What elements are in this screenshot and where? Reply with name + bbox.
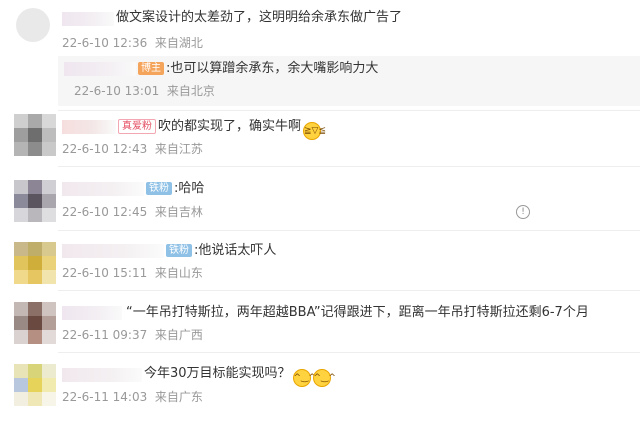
avatar[interactable] (16, 8, 50, 42)
reply-date: 22-6-10 13:01 来自北京 (74, 84, 215, 98)
comment-text: 真爱粉 吹的都实现了，确实牛啊 ≧▽≦ (118, 119, 326, 140)
blogger-badge: 博主 (138, 62, 164, 75)
divider (58, 230, 640, 231)
comment-date: 22-6-10 12:45 来自吉林 (62, 205, 203, 219)
avatar[interactable] (14, 364, 56, 406)
divider (58, 166, 640, 167)
comment-text: 今年30万目标能实现吗？ ^‿^^‿^ (144, 366, 336, 387)
avatar[interactable] (14, 180, 56, 222)
smile-emoji: ^‿^ (312, 369, 336, 387)
comment-text: “一年吊打特斯拉，两年超越BBA”记得跟进下，距离一年吊打特斯拉还剩6-7个月 (126, 305, 589, 320)
username[interactable] (62, 182, 144, 196)
iron-fan-badge: 铁粉 (166, 244, 192, 257)
comment-date: 22-6-10 12:36 来自湖北 (62, 36, 203, 50)
more-options-icon[interactable]: ! (516, 205, 530, 219)
smile-emoji: ^‿^ (292, 369, 316, 387)
username[interactable] (62, 306, 122, 320)
comment-text: 做文案设计的太差劲了，这明明给余承东做广告了 (116, 10, 403, 25)
avatar[interactable] (14, 242, 56, 284)
iron-fan-badge: 铁粉 (146, 182, 172, 195)
comment-text: 铁粉:他说话太吓人 (166, 243, 276, 259)
divider (58, 352, 640, 353)
reply-username[interactable] (64, 62, 136, 76)
avatar[interactable] (14, 302, 56, 344)
laugh-emoji: ≧▽≦ (303, 122, 326, 140)
username[interactable] (62, 120, 116, 134)
comment-date: 22-6-10 15:11 来自山东 (62, 266, 203, 280)
comment-text: 铁粉:哈哈 (146, 181, 204, 197)
comment-date: 22-6-10 12:43 来自江苏 (62, 142, 203, 156)
username[interactable] (62, 244, 164, 258)
divider (58, 290, 640, 291)
username[interactable] (62, 368, 142, 382)
comment-date: 22-6-11 09:37 来自广西 (62, 328, 203, 342)
fan-badge: 真爱粉 (118, 119, 156, 134)
reply-text: 博主:也可以算蹭余承东，余大嘴影响力大 (138, 61, 378, 77)
avatar[interactable] (14, 114, 56, 156)
divider (58, 110, 640, 111)
comment-date: 22-6-11 14:03 来自广东 (62, 390, 203, 404)
username[interactable] (62, 12, 114, 26)
